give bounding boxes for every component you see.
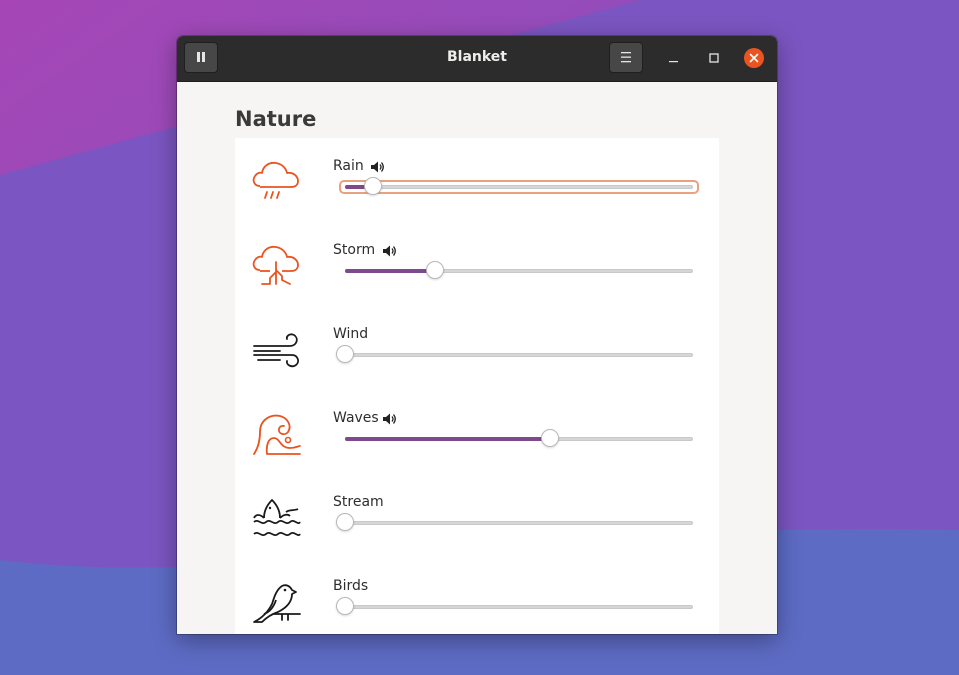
sound-name: Birds — [333, 578, 369, 594]
sound-list-view[interactable]: Nature Rain Storm Wind Waves Stream Bird… — [177, 82, 777, 634]
slider-trough — [345, 605, 693, 609]
sound-row-waves: Waves — [235, 390, 719, 474]
maximize-button[interactable] — [704, 48, 724, 68]
slider-fill — [345, 437, 550, 441]
hamburger-menu-icon — [621, 52, 631, 63]
main-menu-button[interactable] — [609, 42, 643, 73]
sound-row-storm: Storm — [235, 222, 719, 306]
wind-icon — [253, 333, 299, 368]
storm-cloud-icon — [252, 245, 299, 285]
minimize-icon — [669, 61, 678, 63]
stream-fish-icon — [253, 499, 301, 537]
wave-icon — [253, 414, 301, 455]
slider-trough — [345, 185, 693, 189]
slider-knob[interactable] — [426, 261, 444, 279]
sound-row-stream: Stream — [235, 474, 719, 558]
sound-row-rain: Rain — [235, 138, 719, 222]
slider-knob[interactable] — [364, 177, 382, 195]
sound-name: Waves — [333, 410, 379, 426]
sound-name: Storm — [333, 242, 376, 258]
slider-fill — [345, 269, 435, 273]
category-title: Nature — [235, 107, 317, 131]
sound-name: Wind — [333, 326, 369, 342]
speaker-icon — [383, 245, 396, 257]
volume-slider[interactable] — [341, 429, 697, 447]
volume-slider[interactable] — [339, 177, 699, 195]
rain-cloud-icon — [252, 161, 299, 199]
volume-slider[interactable] — [336, 513, 697, 531]
slider-knob[interactable] — [336, 345, 354, 363]
slider-knob[interactable] — [541, 429, 559, 447]
window-title: Blanket — [446, 49, 507, 65]
speaker-icon — [371, 161, 384, 173]
sound-name: Stream — [333, 494, 384, 510]
app-window: Blanket Nature Rain Storm Wind Waves Str… — [177, 36, 777, 634]
sound-row-wind: Wind — [235, 306, 719, 390]
speaker-icon — [383, 413, 396, 425]
slider-knob[interactable] — [336, 513, 354, 531]
bird-icon — [253, 584, 301, 623]
header-bar: Blanket — [177, 36, 777, 82]
slider-trough — [345, 521, 693, 525]
minimize-button[interactable] — [664, 48, 684, 68]
close-button[interactable] — [744, 48, 764, 68]
sound-list: Rain Storm Wind Waves Stream Birds — [235, 138, 719, 634]
maximize-icon — [709, 53, 719, 63]
volume-slider[interactable] — [341, 261, 697, 279]
slider-knob[interactable] — [336, 597, 354, 615]
sound-name: Rain — [333, 158, 364, 174]
volume-slider[interactable] — [336, 345, 697, 363]
close-icon — [749, 53, 759, 63]
volume-slider[interactable] — [336, 597, 697, 615]
sound-row-birds: Birds — [235, 558, 719, 634]
slider-trough — [345, 353, 693, 357]
